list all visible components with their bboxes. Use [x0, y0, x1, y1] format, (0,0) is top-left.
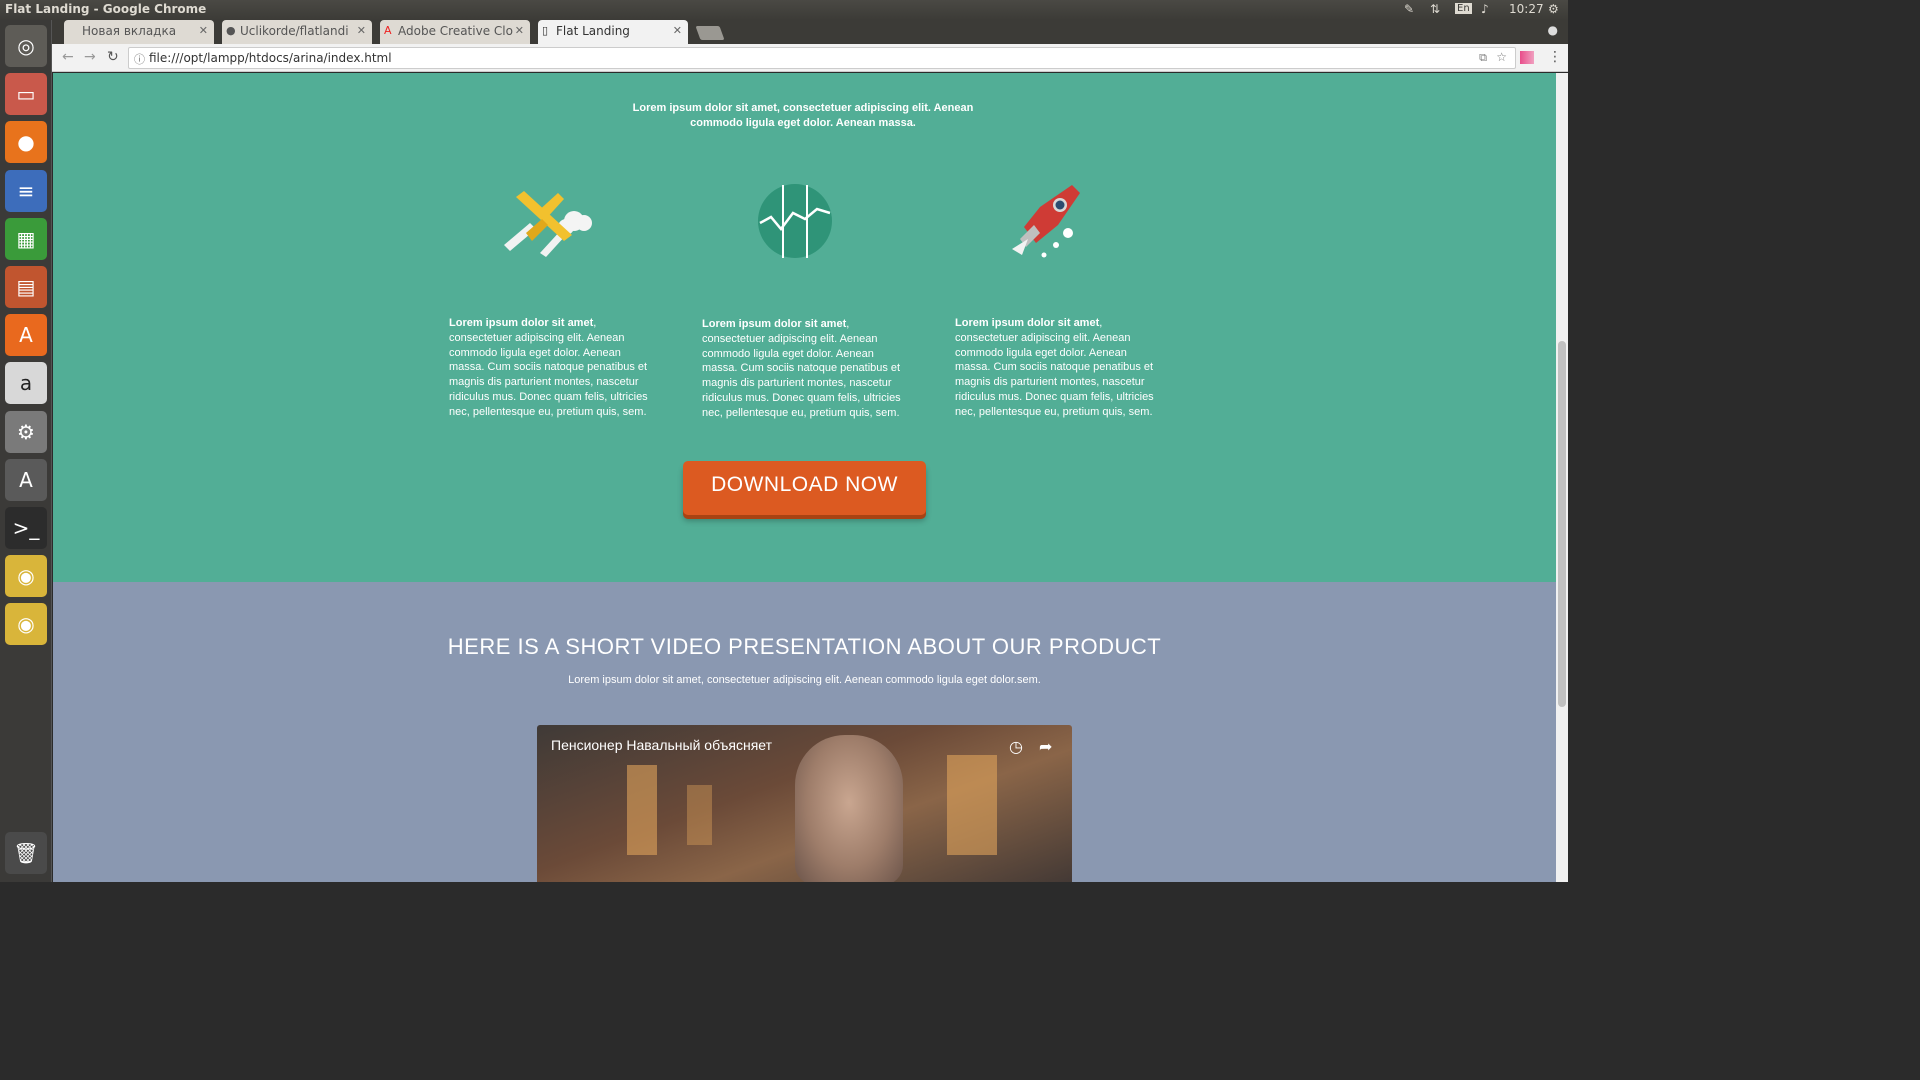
amazon-icon[interactable]: a: [5, 362, 47, 405]
video-title[interactable]: Пенсионер Навальный объясняет: [551, 737, 772, 753]
tab-github[interactable]: ● Uclikorde/flatlandi ✕: [222, 20, 372, 44]
firefox-icon[interactable]: ●: [5, 121, 47, 164]
system-gear-icon[interactable]: ⚙: [1548, 2, 1559, 16]
web-page: Lorem ipsum dolor sit amet, consectetuer…: [53, 73, 1556, 882]
info-icon[interactable]: ⓘ: [134, 51, 145, 67]
download-now-button[interactable]: DOWNLOAD NOW: [683, 461, 926, 515]
forward-icon[interactable]: →: [84, 49, 96, 65]
airplane-icon: [504, 191, 592, 257]
profile-icon[interactable]: ●: [1548, 23, 1558, 37]
updater-icon[interactable]: A: [5, 458, 47, 501]
share-icon[interactable]: ➦: [1039, 737, 1052, 756]
calc-icon[interactable]: ▦: [5, 217, 47, 260]
impress-icon[interactable]: ▤: [5, 266, 47, 308]
tab-flat-landing[interactable]: ▯ Flat Landing ✕: [538, 20, 688, 44]
extension-icon[interactable]: [1520, 51, 1534, 64]
close-icon[interactable]: ✕: [357, 24, 366, 37]
feature-text-1: Lorem ipsum dolor sit amet, consectetuer…: [449, 316, 649, 420]
trash-icon[interactable]: 🗑: [5, 832, 47, 874]
ubuntu-dash-icon[interactable]: ◎: [5, 25, 47, 67]
terminal-icon[interactable]: >_: [5, 507, 47, 549]
bookmark-star-icon[interactable]: ☆: [1496, 50, 1507, 64]
feature-text-3: Lorem ipsum dolor sit amet, consectetuer…: [955, 316, 1155, 420]
video-section: HERE IS A SHORT VIDEO PRESENTATION ABOUT…: [53, 582, 1556, 882]
feature-bold: Lorem ipsum dolor sit amet: [955, 317, 1100, 329]
os-top-panel: Flat Landing - Google Chrome ✎ ⇅ En ♪ 10…: [0, 0, 1568, 20]
feature-body: , consectetuer adipiscing elit. Aenean c…: [702, 318, 901, 419]
keyboard-layout-indicator[interactable]: En: [1455, 3, 1472, 14]
page-icon: ▯: [542, 24, 549, 37]
feature-body: , consectetuer adipiscing elit. Aenean c…: [449, 317, 648, 418]
unity-launcher: ◎ ▭ ● ≡ ▦ ▤ Aa ⚙ A >_ ◉ ◉ 🗑: [0, 20, 52, 882]
settings-icon[interactable]: ⚙: [5, 410, 47, 453]
files-icon[interactable]: ▭: [5, 73, 47, 116]
new-tab-button[interactable]: [695, 26, 725, 40]
watch-later-icon[interactable]: ◷: [1009, 737, 1023, 756]
chart-icon: [758, 184, 832, 258]
tab-label: Adobe Creative Clo: [398, 24, 513, 38]
tab-adobe[interactable]: A Adobe Creative Clo ✕: [380, 20, 530, 44]
network-icon[interactable]: ⇅: [1430, 2, 1440, 16]
reload-icon[interactable]: ↻: [107, 49, 119, 65]
video-heading: HERE IS A SHORT VIDEO PRESENTATION ABOUT…: [447, 634, 1162, 659]
software-center-icon[interactable]: A: [5, 314, 47, 357]
tab-new[interactable]: Новая вкладка ✕: [64, 20, 214, 44]
back-icon[interactable]: ←: [62, 49, 74, 65]
feature-body: , consectetuer adipiscing elit. Aenean c…: [955, 317, 1154, 418]
tab-label: Flat Landing: [556, 24, 630, 38]
close-icon[interactable]: ✕: [515, 24, 524, 37]
chrome-icon-2[interactable]: ◉: [5, 603, 47, 646]
address-text: file:///opt/lampp/htdocs/arina/index.htm…: [149, 51, 392, 65]
close-icon[interactable]: ✕: [673, 24, 682, 37]
close-icon[interactable]: ✕: [199, 24, 208, 37]
volume-icon[interactable]: ♪: [1481, 2, 1489, 16]
tab-strip: Новая вкладка ✕ ● Uclikorde/flatlandi ✕ A Ad…: [52, 20, 1568, 44]
scrollbar-thumb[interactable]: [1558, 341, 1566, 707]
feature-bold: Lorem ipsum dolor sit amet: [449, 317, 594, 329]
features-intro: Lorem ipsum dolor sit amet, consectetuer…: [632, 102, 974, 129]
github-icon: ●: [226, 24, 236, 37]
menu-icon[interactable]: ⋮: [1548, 49, 1562, 65]
browser-toolbar: ← → ↻ ⓘ file:///opt/lampp/htdocs/arina/i…: [52, 44, 1568, 72]
video-subtitle: Lorem ipsum dolor sit amet, consectetuer…: [568, 674, 1041, 686]
address-bar[interactable]: ⓘ file:///opt/lampp/htdocs/arina/index.h…: [128, 47, 1516, 69]
tab-label: Uclikorde/flatlandi: [240, 24, 349, 38]
feature-text-2: Lorem ipsum dolor sit amet, consectetuer…: [702, 317, 902, 421]
embedded-video[interactable]: Пенсионер Навальный объясняет ◷ ➦: [537, 725, 1072, 882]
tab-label: Новая вкладка: [82, 24, 177, 38]
window-title: Flat Landing - Google Chrome: [5, 2, 207, 16]
video-thumbnail-face: [795, 735, 903, 882]
clock[interactable]: 10:27: [1509, 2, 1544, 16]
rocket-icon: [1012, 185, 1080, 258]
adobe-icon: A: [384, 24, 392, 37]
paperclip-icon[interactable]: ✎: [1404, 2, 1414, 16]
translate-icon[interactable]: ⧉: [1479, 51, 1487, 65]
chrome-icon[interactable]: ◉: [5, 555, 47, 598]
features-section: Lorem ipsum dolor sit amet, consectetuer…: [53, 73, 1556, 582]
writer-icon[interactable]: ≡: [5, 169, 47, 212]
feature-bold: Lorem ipsum dolor sit amet: [702, 318, 847, 330]
page-scrollbar[interactable]: [1556, 73, 1568, 882]
